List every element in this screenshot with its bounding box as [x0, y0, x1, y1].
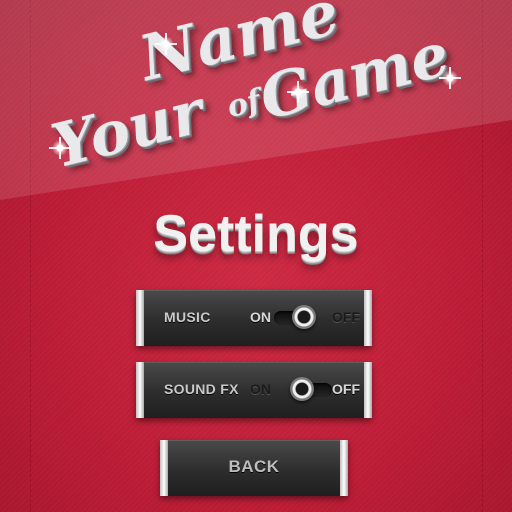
game-logo: Name of Your Game	[0, 0, 512, 200]
toggle-knob-icon[interactable]	[290, 377, 314, 401]
music-label: MUSIC	[164, 309, 211, 325]
sound-fx-toggle[interactable]	[288, 376, 334, 404]
sound-fx-label: SOUND FX	[164, 381, 239, 397]
back-button[interactable]: BACK	[160, 440, 348, 496]
sparkle-icon	[439, 67, 461, 89]
toggle-knob-icon[interactable]	[292, 305, 316, 329]
sound-fx-off-label: OFF	[332, 381, 360, 397]
sparkle-icon	[287, 81, 309, 103]
sparkle-icon	[49, 137, 71, 159]
music-on-label: ON	[250, 309, 271, 325]
page-title: Settings	[153, 205, 359, 263]
music-setting-row: MUSIC ON OFF	[136, 290, 372, 346]
sparkle-icon	[155, 33, 177, 55]
back-button-label: BACK	[228, 457, 280, 476]
music-off-label: OFF	[332, 309, 360, 325]
music-toggle[interactable]	[272, 304, 318, 332]
logo-word-your: Your	[45, 77, 211, 182]
sound-fx-setting-row: SOUND FX ON OFF	[136, 362, 372, 418]
sound-fx-on-label: ON	[250, 381, 271, 397]
